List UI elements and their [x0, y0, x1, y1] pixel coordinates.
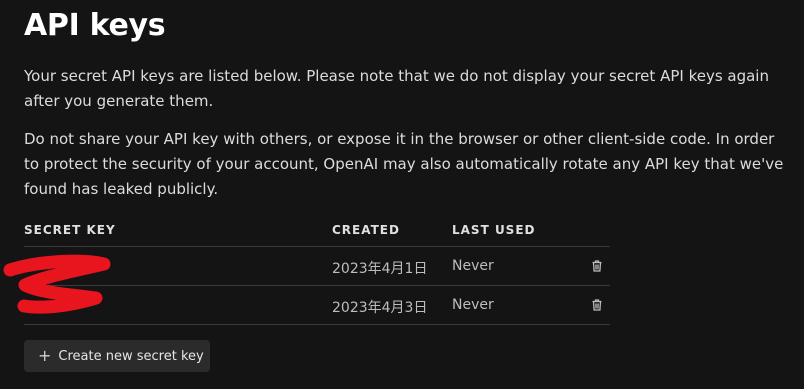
trash-icon[interactable] [590, 297, 604, 311]
table-row: 2023年4月1日 Never [24, 247, 610, 286]
created-date: 2023年4月3日 [332, 300, 428, 316]
header-secret-key: SECRET KEY [24, 223, 116, 237]
last-used-value: Never [452, 258, 494, 274]
table-row: 2023年4月3日 Never [24, 286, 610, 325]
create-button-label: Create new secret key [58, 348, 204, 364]
plus-icon: + [38, 346, 52, 365]
create-new-secret-key-button[interactable]: + Create new secret key [24, 340, 210, 372]
api-keys-table: SECRET KEY CREATED LAST USED 2023年4月1日 N… [24, 218, 610, 325]
header-created: CREATED [332, 223, 400, 237]
intro-text: Your secret API keys are listed below. P… [24, 67, 769, 110]
trash-icon[interactable] [590, 258, 604, 272]
page-title: API keys [24, 8, 166, 43]
created-date: 2023年4月1日 [332, 261, 428, 277]
header-last-used: LAST USED [452, 223, 536, 237]
security-warning-text: Do not share your API key with others, o… [24, 130, 784, 198]
table-header: SECRET KEY CREATED LAST USED [24, 218, 610, 247]
last-used-value: Never [452, 297, 494, 313]
